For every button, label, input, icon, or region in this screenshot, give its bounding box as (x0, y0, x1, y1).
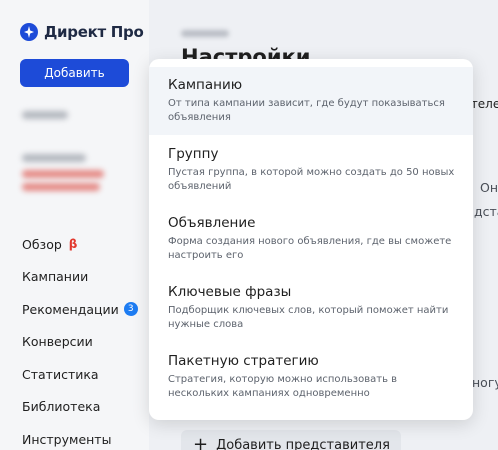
menu-item-description: Подборщик ключевых слов, который поможет… (168, 305, 449, 330)
add-dropdown-menu: Кампанию От типа кампании зависит, где б… (149, 59, 473, 420)
menu-item-title: Пакетную стратегию (168, 353, 319, 369)
menu-item-campaign[interactable]: Кампанию От типа кампании зависит, где б… (149, 67, 473, 135)
sidebar-item-label: Кампании (22, 269, 89, 285)
logo-text: Директ Про (44, 23, 144, 41)
add-representative-label: Добавить представителя (216, 437, 390, 450)
sidebar-item-recommendations[interactable]: Рекомендации 3 (22, 293, 138, 326)
sidebar-item-campaigns[interactable]: Кампании (22, 261, 138, 294)
menu-item-title: Объявление (168, 215, 256, 231)
sidebar-nav: Обзор β Кампании Рекомендации 3 Конверси… (22, 228, 138, 450)
menu-item-title: Кампанию (168, 77, 243, 93)
sidebar-item-label: Рекомендации (22, 301, 119, 317)
sidebar-item-label: Конверсии (22, 334, 93, 350)
background-text-fragment: дста (474, 204, 498, 219)
logo[interactable]: Директ Про (20, 22, 144, 42)
sidebar-item-label: Обзор (22, 236, 62, 252)
menu-item-title: Группу (168, 146, 219, 162)
add-button[interactable]: Добавить (20, 59, 129, 87)
menu-item-title: Ключевые фразы (168, 284, 292, 300)
menu-item-description: Форма создания нового объявления, где вы… (168, 236, 452, 261)
sidebar-item-overview[interactable]: Обзор β (22, 228, 138, 261)
direct-logo-icon (20, 23, 38, 41)
app-window: Директ Про Добавить Обзор β Кампании Рек… (0, 0, 498, 450)
blurred-warning-line-1 (22, 170, 104, 178)
menu-item-ad[interactable]: Объявление Форма создания нового объявле… (149, 205, 473, 273)
sidebar: Директ Про Добавить Обзор β Кампании Рек… (0, 0, 149, 450)
menu-item-description: От типа кампании зависит, где будут пока… (168, 98, 445, 123)
beta-badge: β (68, 237, 78, 252)
sidebar-item-tools[interactable]: Инструменты (22, 423, 138, 450)
background-text-fragment: Он (480, 180, 498, 195)
sidebar-item-conversions[interactable]: Конверсии (22, 326, 138, 359)
menu-item-keywords[interactable]: Ключевые фразы Подборщик ключевых слов, … (149, 274, 473, 342)
sidebar-item-label: Инструменты (22, 431, 112, 447)
blurred-breadcrumb (181, 30, 229, 37)
add-representative-button[interactable]: + Добавить представителя (181, 430, 401, 450)
recommendations-count-badge: 3 (123, 302, 138, 317)
menu-item-group[interactable]: Группу Пустая группа, в которой можно со… (149, 136, 473, 204)
sidebar-item-library[interactable]: Библиотека (22, 391, 138, 424)
plus-icon: + (193, 434, 209, 450)
blurred-warning-line-2 (22, 183, 100, 191)
background-text-fragment: ногу (472, 375, 498, 390)
menu-item-batch-strategy[interactable]: Пакетную стратегию Стратегия, которую мо… (149, 343, 473, 411)
blurred-account-login (22, 111, 68, 119)
sidebar-item-statistics[interactable]: Статистика (22, 358, 138, 391)
menu-item-description: Пустая группа, в которой можно создать д… (168, 167, 455, 192)
sidebar-item-label: Библиотека (22, 399, 101, 415)
sidebar-item-label: Статистика (22, 366, 99, 382)
blurred-balance (22, 154, 86, 162)
menu-item-description: Стратегия, которую можно использовать в … (168, 374, 398, 399)
